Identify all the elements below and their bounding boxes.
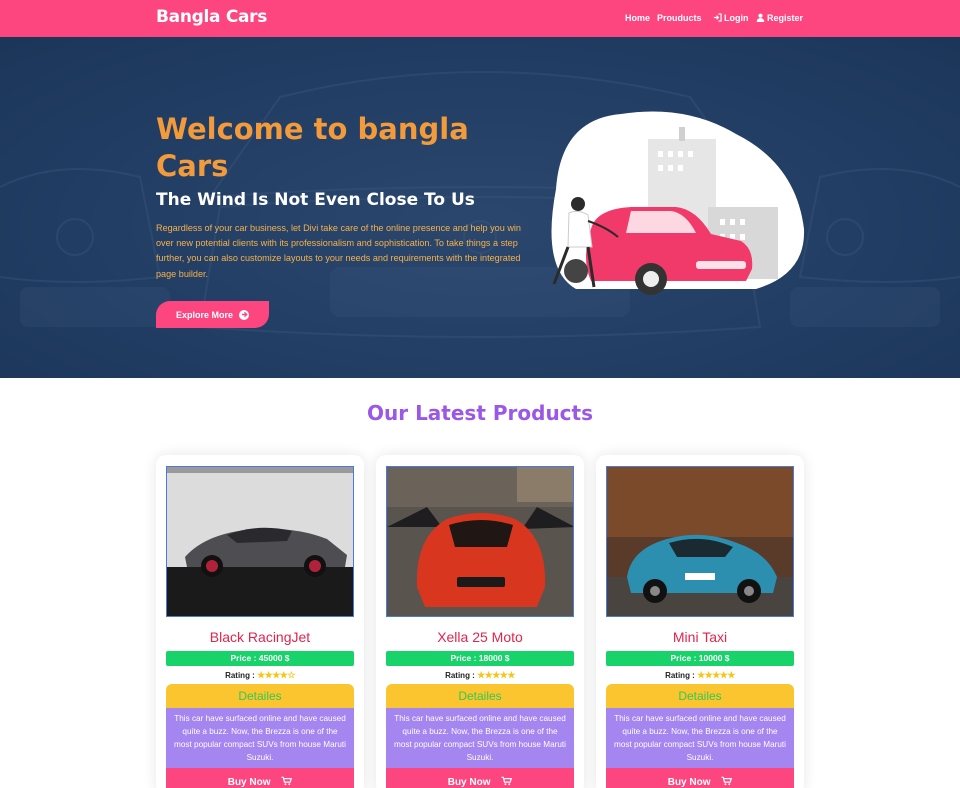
hero-description: Regardless of your car business, let Div…	[156, 223, 521, 279]
product-card: Black RacingJet Price : 45000 $ Rating :…	[156, 455, 364, 788]
product-price: Price : 10000 $	[606, 651, 794, 666]
product-image[interactable]	[606, 466, 794, 617]
product-rating: Rating : ★★★★★	[596, 670, 804, 681]
details-label: Detailes	[386, 684, 574, 708]
navbar: Bangla Cars Home Prouducts Login Registe…	[0, 0, 960, 37]
nav-register-label: Register	[767, 13, 804, 23]
explore-more-label: Explore More	[175, 309, 233, 320]
hero-section: Welcome to bangla Cars The Wind Is Not E…	[0, 37, 960, 378]
user-icon	[756, 13, 765, 22]
products-section-title: Our Latest Products	[367, 401, 593, 425]
product-name: Xella 25 Moto	[437, 629, 523, 645]
buy-now-button[interactable]: Buy Now	[606, 768, 794, 788]
star-rating-icon: ★★★★★	[697, 670, 735, 680]
product-price: Price : 45000 $	[166, 651, 354, 666]
rating-label: Rating :	[225, 671, 255, 680]
product-card: Mini Taxi Price : 10000 $ Rating : ★★★★★…	[596, 455, 804, 788]
product-name: Mini Taxi	[672, 629, 728, 645]
product-name: Black RacingJet	[209, 629, 311, 645]
rating-label: Rating :	[665, 671, 695, 680]
nav-login-link[interactable]: Login	[713, 13, 749, 23]
hero-title: Welcome to bangla Cars	[156, 112, 469, 183]
cart-icon	[721, 776, 733, 786]
buy-now-label: Buy Now	[667, 777, 711, 788]
rating-label: Rating :	[445, 671, 475, 680]
arrow-right-icon	[239, 309, 249, 320]
buy-now-button[interactable]: Buy Now	[386, 768, 574, 788]
hero-overlay	[0, 37, 960, 378]
cart-icon	[281, 776, 293, 786]
product-rating: Rating : ★★★★☆	[156, 670, 364, 681]
hero-subtitle: The Wind Is Not Even Close To Us	[156, 190, 475, 210]
brand-logo[interactable]: Bangla Cars	[156, 7, 267, 27]
product-image[interactable]	[166, 466, 354, 617]
nav-register-link[interactable]: Register	[756, 13, 803, 23]
explore-more-button[interactable]: Explore More	[156, 301, 269, 328]
product-rating: Rating : ★★★★★	[376, 670, 584, 681]
product-image[interactable]	[386, 466, 574, 617]
product-description: This car have surfaced online and have c…	[606, 708, 794, 768]
details-label: Detailes	[606, 684, 794, 708]
nav-products-link[interactable]: Prouducts	[657, 13, 702, 23]
hero-illustration	[551, 111, 805, 295]
buy-now-label: Buy Now	[227, 777, 271, 788]
product-card: Xella 25 Moto Price : 18000 $ Rating : ★…	[376, 455, 584, 788]
star-rating-icon: ★★★★☆	[257, 670, 295, 680]
star-rating-icon: ★★★★★	[477, 670, 515, 680]
nav-home-link[interactable]: Home	[625, 13, 650, 23]
details-label: Detailes	[166, 684, 354, 708]
buy-now-button[interactable]: Buy Now	[166, 768, 354, 788]
login-icon	[713, 13, 722, 22]
product-description: This car have surfaced online and have c…	[166, 708, 354, 768]
product-price: Price : 18000 $	[386, 651, 574, 666]
nav-login-label: Login	[724, 13, 749, 23]
cart-icon	[501, 776, 513, 786]
buy-now-label: Buy Now	[447, 777, 491, 788]
product-description: This car have surfaced online and have c…	[386, 708, 574, 768]
